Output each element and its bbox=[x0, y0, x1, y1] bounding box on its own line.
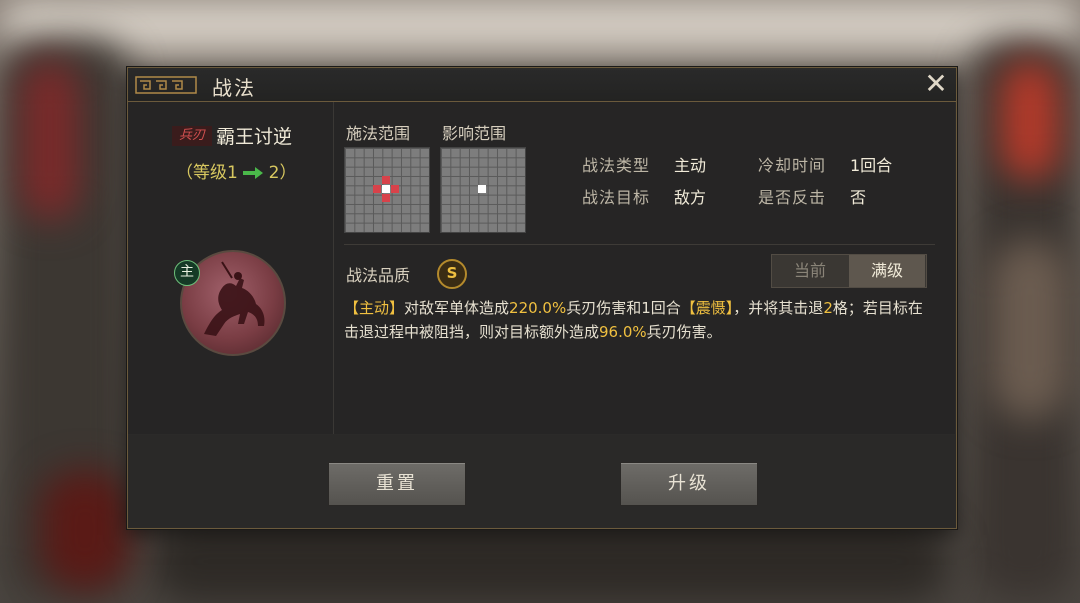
level-to: 2） bbox=[268, 163, 297, 183]
skill-name: 霸王讨逆 bbox=[216, 126, 293, 148]
skill-type-value: 主动 bbox=[674, 156, 707, 175]
skill-level: （等级1 2） bbox=[176, 158, 296, 183]
dialog-title: 战法 bbox=[212, 76, 256, 100]
effect-range-grid bbox=[440, 147, 526, 233]
cast-range-grid bbox=[344, 147, 430, 233]
effect-range-label: 影响范围 bbox=[442, 124, 507, 143]
quality-grade-badge: S bbox=[437, 259, 467, 289]
range-cell bbox=[373, 185, 381, 193]
reset-button[interactable]: 重置 bbox=[328, 462, 466, 506]
desc-text: 兵刃伤害。 bbox=[646, 323, 722, 341]
arrow-right-icon bbox=[243, 167, 264, 179]
range-cell bbox=[382, 194, 390, 202]
desc-text: 兵刃伤害和1回合 bbox=[566, 299, 681, 317]
level-from: （等级1 bbox=[176, 163, 238, 183]
effect-center-cell bbox=[478, 185, 486, 193]
cast-range-label: 施法范围 bbox=[346, 124, 411, 143]
range-cell bbox=[391, 185, 399, 193]
main-role-badge: 主 bbox=[174, 260, 200, 286]
desc-value: 220.0% bbox=[509, 299, 567, 317]
skill-target-label: 战法目标 bbox=[582, 188, 651, 207]
cooldown-label: 冷却时间 bbox=[758, 156, 827, 175]
close-button[interactable]: ✕ bbox=[922, 70, 950, 98]
upgrade-button[interactable]: 升级 bbox=[620, 462, 758, 506]
title-ornament-icon bbox=[135, 76, 197, 94]
dialog-titlebar: 战法 ✕ bbox=[128, 68, 956, 102]
skill-target-value: 敌方 bbox=[674, 188, 707, 207]
desc-text: ，并将其击退 bbox=[733, 299, 824, 317]
dialog-footer: 重置 升级 bbox=[128, 435, 956, 527]
desc-value: 2 bbox=[823, 299, 833, 317]
skill-type-tag: 兵刃 bbox=[172, 126, 212, 146]
skill-type-label: 战法类型 bbox=[582, 156, 651, 175]
quality-label: 战法品质 bbox=[346, 266, 411, 285]
skill-detail-panel: 施法范围 影响范围 战法类型 主动 战法目标 敌方 冷却时间 1回合 是否反击 … bbox=[334, 102, 955, 434]
range-cell bbox=[382, 176, 390, 184]
desc-value: 96.0% bbox=[599, 323, 647, 341]
skill-summary-panel: 兵刃 霸王讨逆 （等级1 2） 主 bbox=[128, 102, 334, 434]
desc-tag-active: 【主动】 bbox=[344, 299, 405, 317]
counterattack-value: 否 bbox=[850, 188, 867, 207]
range-center-cell bbox=[382, 185, 390, 193]
desc-text: 对敌军单体造成 bbox=[404, 299, 510, 317]
desc-tag-stun: 【震慑】 bbox=[680, 299, 734, 317]
counterattack-label: 是否反击 bbox=[758, 188, 827, 207]
level-tabs: 当前 满级 bbox=[771, 254, 927, 288]
cooldown-value: 1回合 bbox=[850, 156, 893, 175]
section-divider bbox=[344, 244, 935, 245]
tab-current[interactable]: 当前 bbox=[772, 255, 848, 287]
skill-description: 【主动】对敌军单体造成220.0%兵刃伤害和1回合【震慑】，并将其击退2格；若目… bbox=[344, 296, 924, 344]
skill-dialog: 战法 ✕ 兵刃 霸王讨逆 （等级1 2） 主 施法范围 影响范围 战法类型 主动… bbox=[127, 67, 957, 529]
tab-max-level[interactable]: 满级 bbox=[849, 255, 925, 287]
